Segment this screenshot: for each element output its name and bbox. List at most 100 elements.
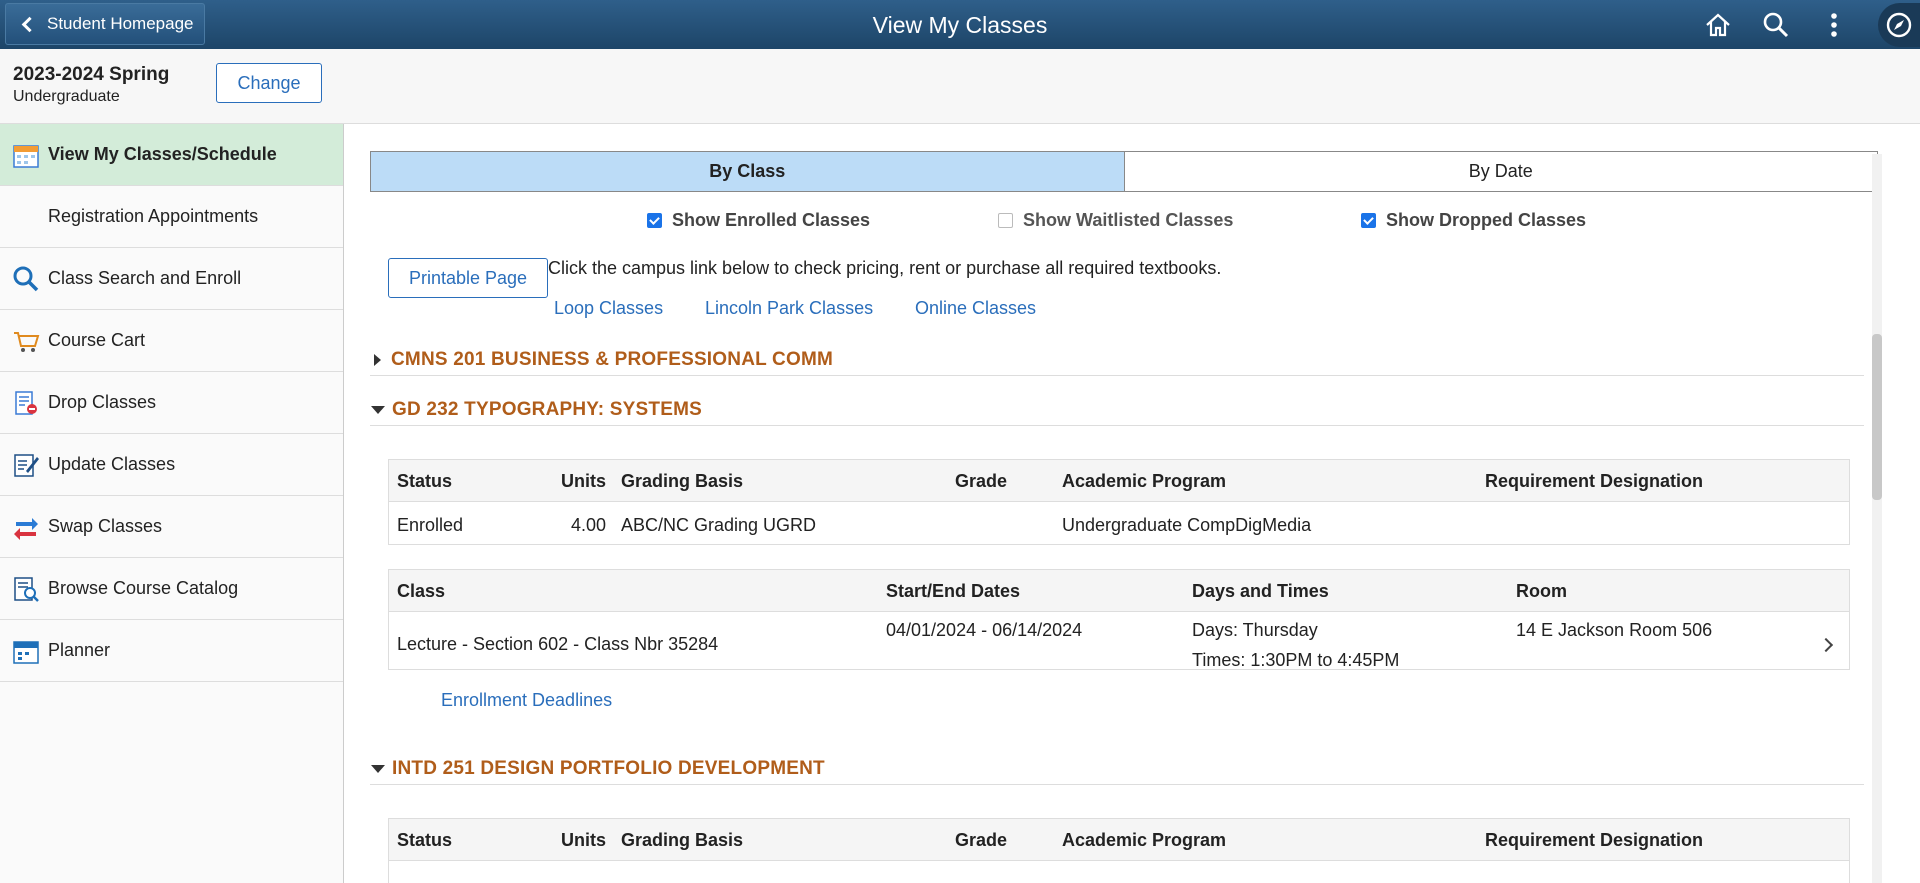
sidebar-item-label: Course Cart [48, 330, 146, 350]
main-content: By Class By Date Show Enrolled Classes S… [344, 124, 1920, 883]
course-header-intd-251[interactable]: INTD 251 DESIGN PORTFOLIO DEVELOPMENT [370, 753, 1864, 785]
room-value: 14 E Jackson Room 506 [1516, 620, 1713, 640]
table-row: Enrolled 4.00 ABC/NC Grading UGRD Underg… [389, 502, 1849, 546]
enrollment-deadlines-link[interactable]: Enrollment Deadlines [441, 690, 612, 711]
sidebar-item-planner[interactable]: Planner [0, 620, 343, 682]
calendar-icon [13, 145, 39, 168]
lincoln-park-classes-link[interactable]: Lincoln Park Classes [705, 298, 873, 319]
sidebar-item-label: Update Classes [48, 454, 176, 474]
col-class: Class [397, 581, 446, 601]
sidebar-item-label: Registration Appointments [48, 206, 259, 226]
view-tabs: By Class By Date [370, 151, 1878, 192]
units-value: 4.00 [571, 515, 607, 535]
col-grading-basis: Grading Basis [621, 471, 744, 491]
col-grade: Grade [955, 830, 1008, 850]
times-value: Times: 1:30PM to 4:45PM [1192, 650, 1400, 670]
table-row[interactable]: Lecture - Section 602 - Class Nbr 35284 … [389, 612, 1849, 670]
col-days-times: Days and Times [1192, 581, 1329, 601]
sidebar-item-course-cart[interactable]: Course Cart [0, 310, 343, 372]
col-grading-basis: Grading Basis [621, 830, 744, 850]
sidebar-item-browse-catalog[interactable]: Browse Course Catalog [0, 558, 343, 620]
scrollbar-track[interactable] [1872, 154, 1882, 883]
course-header-cmns-201[interactable]: CMNS 201 BUSINESS & PROFESSIONAL COMM [370, 344, 1864, 376]
sidebar-item-label: Class Search and Enroll [48, 268, 242, 288]
term-name: 2023-2024 Spring [13, 64, 170, 85]
show-dropped-checkbox[interactable]: Show Dropped Classes [1361, 210, 1586, 231]
days-value: Days: Thursday [1192, 620, 1318, 640]
loop-classes-link[interactable]: Loop Classes [554, 298, 663, 319]
sidebar-item-label: View My Classes/Schedule [48, 144, 277, 164]
sidebar-item-drop-classes[interactable]: Drop Classes [0, 372, 343, 434]
collapse-icon [371, 764, 385, 773]
enrollment-grid: Status Units Grading Basis Grade Academi… [388, 459, 1850, 545]
col-units: Units [561, 830, 606, 850]
sidebar-item-label: Browse Course Catalog [48, 578, 239, 598]
compass-icon [1886, 12, 1912, 38]
textbook-info-text: Click the campus link below to check pri… [548, 258, 1222, 278]
checkbox-checked[interactable] [1361, 213, 1376, 228]
col-room: Room [1516, 581, 1567, 601]
class-value: Lecture - Section 602 - Class Nbr 35284 [397, 634, 719, 654]
change-term-button[interactable]: Change [216, 63, 322, 103]
status-value: Enrolled [397, 515, 464, 535]
show-enrolled-checkbox[interactable]: Show Enrolled Classes [647, 210, 870, 231]
col-status: Status [397, 830, 453, 850]
checkbox-label: Show Dropped Classes [1386, 210, 1587, 230]
show-waitlisted-checkbox[interactable]: Show Waitlisted Classes [998, 210, 1233, 231]
collapse-icon [371, 405, 385, 414]
checkbox-label: Show Waitlisted Classes [1023, 210, 1234, 230]
printable-page-button[interactable]: Printable Page [388, 258, 548, 298]
class-grid: Class Start/End Dates Days and Times Roo… [388, 569, 1850, 670]
col-academic-program: Academic Program [1062, 830, 1227, 850]
course-title: INTD 251 DESIGN PORTFOLIO DEVELOPMENT [392, 757, 825, 779]
online-classes-link[interactable]: Online Classes [915, 298, 1036, 319]
expand-icon [374, 353, 381, 366]
page-title: View My Classes [872, 12, 1048, 38]
col-start-end-dates: Start/End Dates [886, 581, 1021, 601]
course-title: CMNS 201 BUSINESS & PROFESSIONAL COMM [391, 348, 834, 370]
sidebar-item-label: Drop Classes [48, 392, 157, 412]
cart-icon [14, 332, 40, 352]
header-bar: Student Homepage View My Classes [0, 0, 1920, 49]
tab-by-date[interactable]: By Date [1124, 152, 1877, 191]
grid-header-row: Class Start/End Dates Days and Times Roo… [389, 570, 1849, 612]
enrollment-grid: Status Units Grading Basis Grade Academi… [388, 818, 1850, 883]
dates-value: 04/01/2024 - 06/14/2024 [886, 620, 1083, 640]
grading-basis-value: ABC/NC Grading UGRD [621, 515, 817, 535]
course-header-gd-232[interactable]: GD 232 TYPOGRAPHY: SYSTEMS [370, 394, 1864, 426]
sidebar-item-swap-classes[interactable]: Swap Classes [0, 496, 343, 558]
catalog-icon [14, 577, 39, 602]
chevron-right-icon[interactable] [1818, 637, 1834, 653]
sidebar-item-update-classes[interactable]: Update Classes [0, 434, 343, 496]
col-requirement-designation: Requirement Designation [1485, 830, 1704, 850]
tab-by-class[interactable]: By Class [371, 152, 1125, 191]
sidebar-item-class-search[interactable]: Class Search and Enroll [0, 248, 343, 310]
planner-icon [13, 641, 39, 664]
grid-header-row: Status Units Grading Basis Grade Academi… [389, 819, 1849, 861]
col-units: Units [561, 471, 606, 491]
checkbox-unchecked[interactable] [998, 213, 1013, 228]
sidebar-item-label: Swap Classes [48, 516, 163, 536]
navbar-button[interactable] [1878, 3, 1920, 47]
home-icon[interactable] [1703, 10, 1733, 40]
more-actions-icon[interactable] [1819, 10, 1849, 40]
col-status: Status [397, 471, 453, 491]
drop-icon [15, 391, 37, 415]
edit-icon [14, 454, 39, 477]
search-icon[interactable] [1761, 10, 1791, 40]
search-icon [13, 266, 39, 292]
checkbox-label: Show Enrolled Classes [672, 210, 871, 230]
sidebar: View My Classes/Schedule Registration Ap… [0, 124, 344, 883]
grid-header-row: Status Units Grading Basis Grade Academi… [389, 460, 1849, 502]
sidebar-item-view-my-classes[interactable]: View My Classes/Schedule [0, 124, 343, 186]
checkbox-checked[interactable] [647, 213, 662, 228]
col-requirement-designation: Requirement Designation [1485, 471, 1704, 491]
course-title: GD 232 TYPOGRAPHY: SYSTEMS [392, 398, 702, 420]
col-academic-program: Academic Program [1062, 471, 1227, 491]
sidebar-item-registration-appointments[interactable]: Registration Appointments [0, 186, 343, 248]
col-grade: Grade [955, 471, 1008, 491]
academic-program-value: Undergraduate CompDigMedia [1062, 515, 1312, 535]
scrollbar-thumb[interactable] [1872, 334, 1882, 500]
term-career: Undergraduate [13, 88, 120, 105]
sidebar-item-label: Planner [48, 640, 111, 660]
